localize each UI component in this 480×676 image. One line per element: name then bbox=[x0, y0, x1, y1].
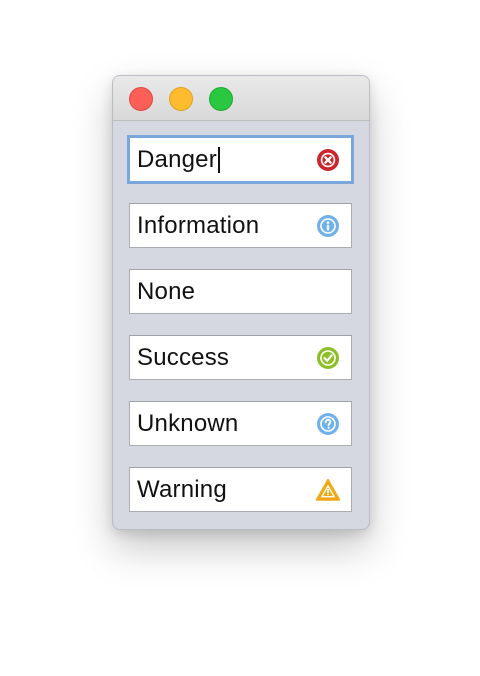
zoom-window-button[interactable] bbox=[209, 87, 233, 111]
danger-field-value: Danger bbox=[137, 145, 217, 173]
text-caret bbox=[217, 147, 220, 174]
information-field-value: Information bbox=[137, 211, 260, 239]
check-circle-icon bbox=[315, 345, 341, 371]
warning-triangle-icon bbox=[315, 477, 341, 503]
none-field-value: None bbox=[137, 277, 196, 305]
warning-field-value: Warning bbox=[137, 475, 227, 503]
minimize-window-button[interactable] bbox=[169, 87, 193, 111]
success-text-field[interactable]: Success bbox=[129, 335, 352, 380]
information-text-field[interactable]: Information bbox=[129, 203, 352, 248]
warning-text-field[interactable]: Warning bbox=[129, 467, 352, 512]
error-circle-icon bbox=[315, 147, 341, 173]
close-window-button[interactable] bbox=[129, 87, 153, 111]
unknown-field-value: Unknown bbox=[137, 409, 239, 437]
app-window: Danger Information None Success Unknown … bbox=[112, 75, 370, 530]
question-circle-icon bbox=[315, 411, 341, 437]
info-circle-icon bbox=[315, 213, 341, 239]
danger-text-field[interactable]: Danger bbox=[127, 135, 354, 184]
unknown-text-field[interactable]: Unknown bbox=[129, 401, 352, 446]
success-field-value: Success bbox=[137, 343, 230, 371]
title-bar bbox=[113, 76, 369, 121]
none-text-field[interactable]: None bbox=[129, 269, 352, 314]
